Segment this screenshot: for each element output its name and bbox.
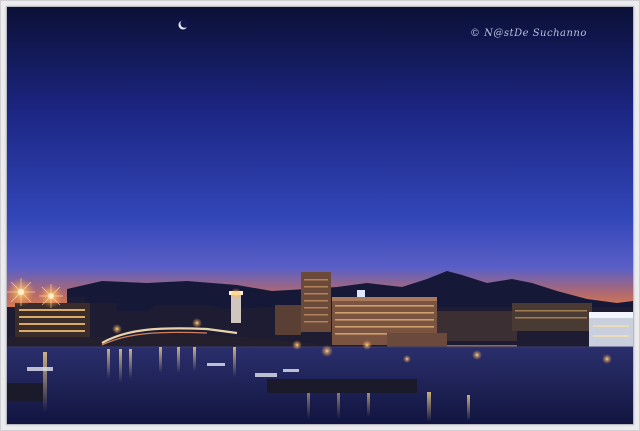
street-lamp-center	[39, 284, 63, 308]
photo-frame: © N@stDe Suchanno	[0, 0, 640, 431]
street-lamp-left	[7, 278, 35, 306]
photographer-watermark: © N@stDe Suchanno	[470, 28, 587, 39]
night-harbour-photo	[7, 7, 633, 424]
sky	[7, 7, 633, 307]
tall-tower	[301, 272, 331, 332]
